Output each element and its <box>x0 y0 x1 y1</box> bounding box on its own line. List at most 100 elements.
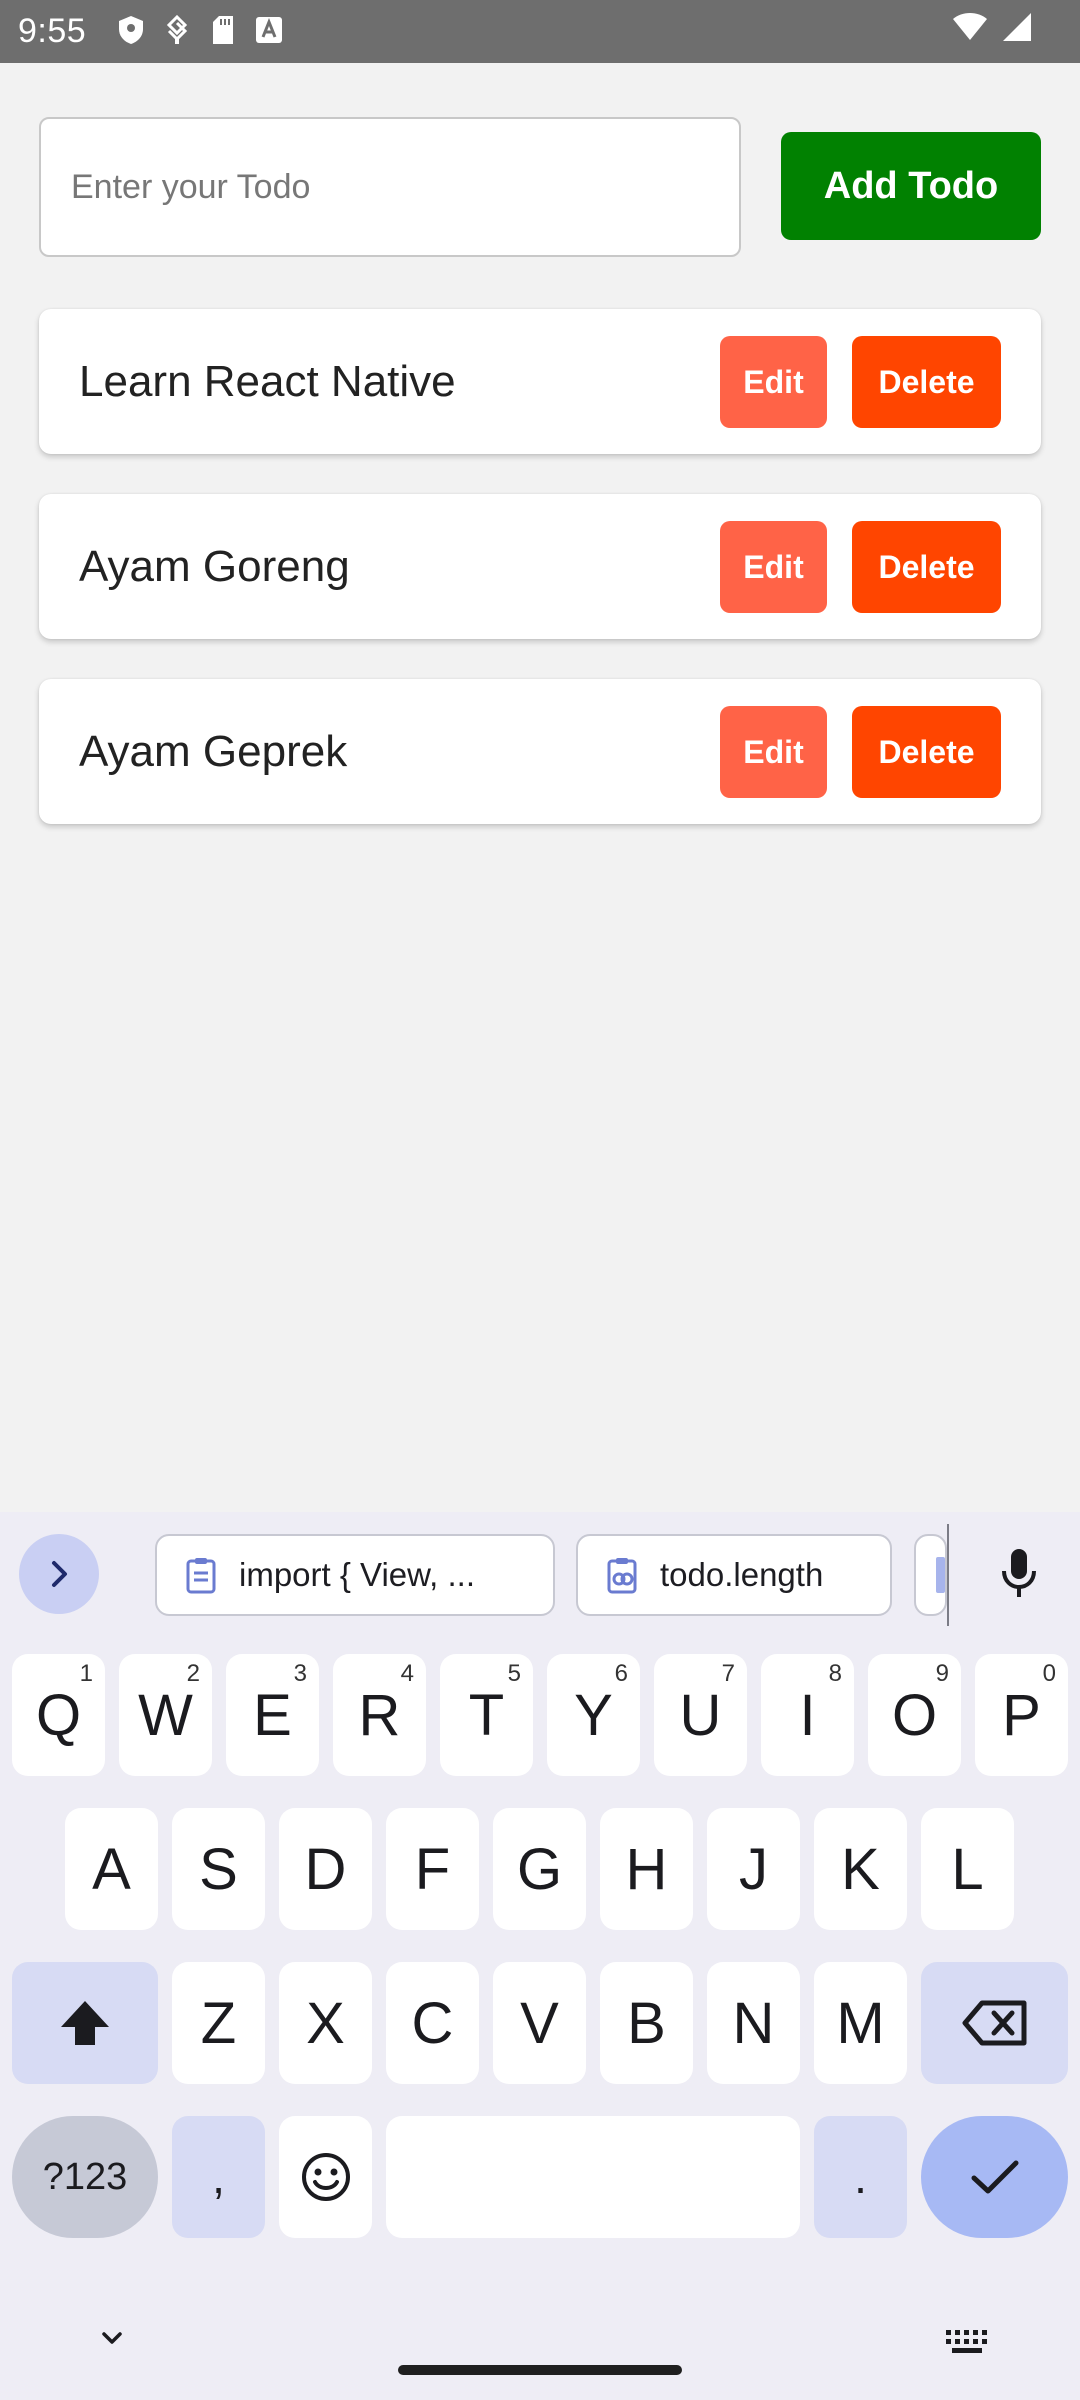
key-c[interactable]: C <box>386 1962 479 2084</box>
home-gesture-bar[interactable] <box>398 2365 682 2375</box>
data-saver-icon <box>162 14 192 46</box>
divider <box>947 1524 949 1626</box>
key-v[interactable]: V <box>493 1962 586 2084</box>
key-f[interactable]: F <box>386 1808 479 1930</box>
key-label: E <box>253 1682 292 1748</box>
key-j[interactable]: J <box>707 1808 800 1930</box>
key-s[interactable]: S <box>172 1808 265 1930</box>
system-icons <box>952 12 1032 47</box>
todo-text: Ayam Goreng <box>79 542 350 591</box>
key-p[interactable]: P0 <box>975 1654 1068 1776</box>
clipboard-suggestion-chip[interactable]: import { View, ... <box>155 1534 555 1616</box>
clipboard-link-icon <box>602 1555 642 1595</box>
key-o[interactable]: O9 <box>868 1654 961 1776</box>
key-a[interactable]: A <box>65 1808 158 1930</box>
keyboard-a-icon <box>254 14 284 46</box>
todo-app: Add Todo Learn React Native Edit Delete … <box>0 63 1080 1513</box>
done-key[interactable] <box>921 2116 1068 2238</box>
key-label: W <box>138 1682 193 1748</box>
key-m[interactable]: M <box>814 1962 907 2084</box>
sd-card-icon <box>208 14 238 46</box>
key-hint: 5 <box>507 1660 521 1687</box>
key-hint: 0 <box>1042 1660 1056 1687</box>
status-bar: 9:55 <box>0 0 1080 63</box>
add-todo-button[interactable]: Add Todo <box>781 132 1041 240</box>
todo-text: Learn React Native <box>79 357 456 406</box>
clipboard-icon <box>181 1555 221 1595</box>
checkmark-icon <box>971 2160 1018 2194</box>
key-b[interactable]: B <box>600 1962 693 2084</box>
key-label: U <box>679 1682 722 1748</box>
voice-input-button[interactable] <box>985 1540 1053 1608</box>
soft-keyboard: import { View, ... todo.length Q1 W2 E3 … <box>0 1512 1080 2400</box>
clipboard-text: import { View, ... <box>239 1556 475 1593</box>
key-t[interactable]: T5 <box>440 1654 533 1776</box>
edit-button[interactable]: Edit <box>720 336 827 428</box>
key-k[interactable]: K <box>814 1808 907 1930</box>
todo-text: Ayam Geprek <box>79 727 348 776</box>
key-z[interactable]: Z <box>172 1962 265 2084</box>
todo-item: Ayam Goreng Edit Delete <box>39 494 1041 639</box>
key-l[interactable]: L <box>921 1808 1014 1930</box>
backspace-icon <box>962 2000 1026 2046</box>
clipboard-suggestion-chip[interactable]: todo.length <box>576 1534 892 1616</box>
key-h[interactable]: H <box>600 1808 693 1930</box>
delete-button[interactable]: Delete <box>852 521 1001 613</box>
key-u[interactable]: U7 <box>654 1654 747 1776</box>
key-i[interactable]: I8 <box>761 1654 854 1776</box>
edit-button[interactable]: Edit <box>720 521 827 613</box>
expand-toolbar-button[interactable] <box>19 1534 99 1614</box>
key-hint: 7 <box>721 1660 735 1687</box>
clipboard-text: todo.length <box>660 1556 824 1593</box>
key-hint: 1 <box>79 1660 93 1687</box>
key-r[interactable]: R4 <box>333 1654 426 1776</box>
key-hint: 2 <box>186 1660 200 1687</box>
key-d[interactable]: D <box>279 1808 372 1930</box>
space-key[interactable] <box>386 2116 800 2238</box>
chevron-right-icon <box>52 1561 67 1587</box>
key-hint: 8 <box>828 1660 842 1687</box>
key-label: R <box>358 1682 401 1748</box>
status-time: 9:55 <box>18 12 87 50</box>
key-n[interactable]: N <box>707 1962 800 2084</box>
key-g[interactable]: G <box>493 1808 586 1930</box>
clipboard-icon <box>936 1557 945 1593</box>
period-key[interactable]: . <box>814 2116 907 2238</box>
key-x[interactable]: X <box>279 1962 372 2084</box>
key-hint: 9 <box>935 1660 949 1687</box>
microphone-icon <box>1002 1549 1036 1597</box>
emoji-icon <box>301 2153 350 2201</box>
key-label: T <box>468 1682 505 1748</box>
key-label: I <box>799 1682 816 1748</box>
key-label: P <box>1002 1682 1041 1748</box>
hide-keyboard-button[interactable] <box>92 2324 132 2354</box>
todo-item: Learn React Native Edit Delete <box>39 309 1041 454</box>
todo-input[interactable] <box>39 117 741 257</box>
todo-input-row: Add Todo <box>39 117 1041 259</box>
notification-icons <box>116 14 284 46</box>
key-label: O <box>891 1682 938 1748</box>
delete-button[interactable]: Delete <box>852 336 1001 428</box>
signal-icon <box>1002 12 1032 47</box>
keyboard-switcher-button[interactable] <box>944 2328 992 2356</box>
key-hint: 3 <box>293 1660 307 1687</box>
shift-key[interactable] <box>12 1962 158 2084</box>
edit-button[interactable]: Edit <box>720 706 827 798</box>
comma-key[interactable]: , <box>172 2116 265 2238</box>
navigation-bar <box>0 2290 1080 2400</box>
key-w[interactable]: W2 <box>119 1654 212 1776</box>
key-y[interactable]: Y6 <box>547 1654 640 1776</box>
keyboard-icon <box>946 2330 987 2353</box>
clipboard-suggestion-chip-partial[interactable] <box>914 1534 947 1616</box>
backspace-key[interactable] <box>921 1962 1068 2084</box>
symbols-key[interactable]: ?123 <box>12 2116 158 2238</box>
key-label: Y <box>574 1682 613 1748</box>
emoji-key[interactable] <box>279 2116 372 2238</box>
chevron-down-icon <box>102 2332 122 2344</box>
key-hint: 6 <box>614 1660 628 1687</box>
key-hint: 4 <box>400 1660 414 1687</box>
key-q[interactable]: Q1 <box>12 1654 105 1776</box>
delete-button[interactable]: Delete <box>852 706 1001 798</box>
key-label: Q <box>35 1682 82 1748</box>
key-e[interactable]: E3 <box>226 1654 319 1776</box>
